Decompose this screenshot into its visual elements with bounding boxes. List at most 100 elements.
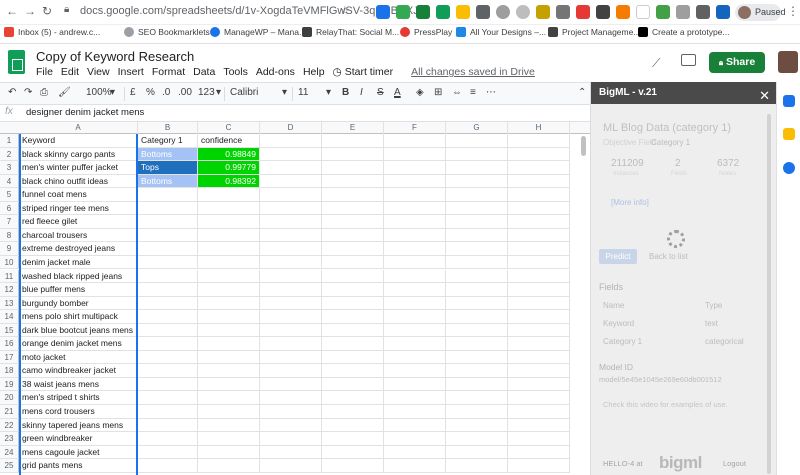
cell-b[interactable] bbox=[138, 188, 198, 202]
cell-empty[interactable] bbox=[446, 201, 508, 216]
column-header[interactable]: C bbox=[198, 122, 260, 134]
cell-empty[interactable] bbox=[322, 418, 384, 433]
cell-c[interactable] bbox=[198, 323, 260, 338]
cell-a[interactable]: denim jacket male bbox=[19, 255, 138, 270]
row-header[interactable]: 25 bbox=[0, 459, 19, 473]
cell-empty[interactable] bbox=[446, 432, 508, 446]
column-header[interactable]: G bbox=[446, 122, 508, 134]
currency-button[interactable]: £ bbox=[130, 87, 136, 98]
cell-empty[interactable] bbox=[322, 364, 384, 378]
cell-empty[interactable] bbox=[508, 147, 570, 162]
cell-empty[interactable] bbox=[508, 418, 570, 433]
cell-empty[interactable] bbox=[446, 364, 508, 378]
cell-a[interactable]: black skinny cargo pants bbox=[19, 147, 138, 162]
cell-b[interactable]: Bottoms bbox=[138, 174, 198, 189]
cell-a[interactable]: burgundy bomber bbox=[19, 296, 138, 311]
row-header[interactable]: 23 bbox=[0, 432, 19, 446]
bookmark-item[interactable]: PressPlay bbox=[400, 27, 452, 37]
cell-empty[interactable] bbox=[322, 310, 384, 324]
extension-icon[interactable] bbox=[576, 5, 590, 19]
cell-a[interactable]: skinny tapered jeans mens bbox=[19, 418, 138, 433]
cell-empty[interactable] bbox=[446, 405, 508, 419]
align-icon[interactable]: ≡ bbox=[470, 87, 476, 98]
cell-empty[interactable] bbox=[446, 459, 508, 473]
save-status[interactable]: All changes saved in Drive bbox=[411, 66, 535, 78]
cell-empty[interactable] bbox=[446, 255, 508, 270]
cell-b[interactable] bbox=[138, 242, 198, 256]
extension-icon[interactable] bbox=[516, 5, 530, 19]
cell-empty[interactable] bbox=[508, 296, 570, 311]
sheets-logo-icon[interactable] bbox=[8, 50, 25, 74]
cell-empty[interactable] bbox=[446, 215, 508, 229]
cell-empty[interactable] bbox=[508, 242, 570, 256]
cell-empty[interactable] bbox=[322, 269, 384, 283]
cell-empty[interactable] bbox=[384, 418, 446, 433]
cell-empty[interactable] bbox=[384, 391, 446, 405]
menu-insert[interactable]: Insert bbox=[118, 66, 144, 78]
row-header[interactable]: 19 bbox=[0, 377, 19, 392]
doc-title[interactable]: Copy of Keyword Research bbox=[36, 49, 194, 64]
cell-empty[interactable] bbox=[446, 147, 508, 162]
collapse-toolbar-icon[interactable]: ⌃ bbox=[578, 87, 586, 98]
cell-empty[interactable] bbox=[384, 161, 446, 175]
cell-empty[interactable] bbox=[508, 269, 570, 283]
cell-empty[interactable] bbox=[260, 337, 322, 351]
undo-icon[interactable]: ↶ bbox=[8, 87, 16, 98]
cell-empty[interactable] bbox=[508, 445, 570, 460]
cell-b[interactable] bbox=[138, 255, 198, 270]
cell-empty[interactable] bbox=[260, 296, 322, 311]
bookmark-item[interactable]: Project Manageme... bbox=[548, 27, 640, 37]
paint-format-icon[interactable]: 🖌︎ bbox=[58, 87, 71, 98]
cell-empty[interactable] bbox=[260, 445, 322, 460]
cell-empty[interactable] bbox=[446, 188, 508, 202]
row-header[interactable]: 9 bbox=[0, 242, 19, 256]
cell-b[interactable] bbox=[138, 215, 198, 229]
extension-icon[interactable] bbox=[396, 5, 410, 19]
cell-empty[interactable] bbox=[508, 377, 570, 392]
cell-empty[interactable] bbox=[446, 323, 508, 338]
cell-a[interactable]: funnel coat mens bbox=[19, 188, 138, 202]
row-header[interactable]: 4 bbox=[0, 174, 19, 189]
cell-empty[interactable] bbox=[322, 323, 384, 338]
row-header[interactable]: 2 bbox=[0, 147, 19, 162]
cell-empty[interactable] bbox=[384, 323, 446, 338]
cell-empty[interactable] bbox=[384, 269, 446, 283]
cell-empty[interactable] bbox=[508, 350, 570, 365]
cell-b[interactable] bbox=[138, 228, 198, 243]
cell-empty[interactable] bbox=[508, 255, 570, 270]
cell-c[interactable] bbox=[198, 459, 260, 473]
menu-addons[interactable]: Add-ons bbox=[256, 66, 295, 78]
row-header[interactable]: 11 bbox=[0, 269, 19, 283]
cell-empty[interactable] bbox=[260, 323, 322, 338]
strikethrough-button[interactable]: S bbox=[377, 87, 384, 98]
redo-icon[interactable]: ↷ bbox=[24, 87, 32, 98]
row-header[interactable]: 18 bbox=[0, 364, 19, 378]
cell-a[interactable]: green windbreaker bbox=[19, 432, 138, 446]
merge-cells-icon[interactable]: ⇔ bbox=[452, 87, 462, 98]
extension-icon[interactable] bbox=[596, 5, 610, 19]
cell-b[interactable] bbox=[138, 323, 198, 338]
cell-empty[interactable] bbox=[322, 174, 384, 189]
row-header[interactable]: 24 bbox=[0, 445, 19, 460]
cell-empty[interactable] bbox=[260, 188, 322, 202]
cell-c[interactable] bbox=[198, 405, 260, 419]
cell-a[interactable]: washed black ripped jeans bbox=[19, 269, 138, 283]
cell-empty[interactable] bbox=[508, 283, 570, 297]
cell-c[interactable] bbox=[198, 364, 260, 378]
cell-empty[interactable] bbox=[384, 350, 446, 365]
cell-empty[interactable] bbox=[384, 188, 446, 202]
cell-b[interactable] bbox=[138, 364, 198, 378]
extension-icon[interactable] bbox=[476, 5, 490, 19]
cell-b[interactable] bbox=[138, 337, 198, 351]
cell-empty[interactable] bbox=[322, 147, 384, 162]
cell-c[interactable] bbox=[198, 228, 260, 243]
cell-empty[interactable] bbox=[446, 228, 508, 243]
cell-b[interactable] bbox=[138, 310, 198, 324]
cell-empty[interactable] bbox=[384, 174, 446, 189]
spreadsheet-grid[interactable]: ABCDEFGH 1 Keyword Category 1 confidence 2 bl… bbox=[0, 122, 590, 475]
cell-empty[interactable] bbox=[322, 255, 384, 270]
cell-a[interactable]: blue puffer mens bbox=[19, 283, 138, 297]
bookmark-item[interactable]: All Your Designs –... bbox=[456, 27, 546, 37]
cell-a[interactable]: mens cagoule jacket bbox=[19, 445, 138, 460]
cell-c[interactable] bbox=[198, 445, 260, 460]
